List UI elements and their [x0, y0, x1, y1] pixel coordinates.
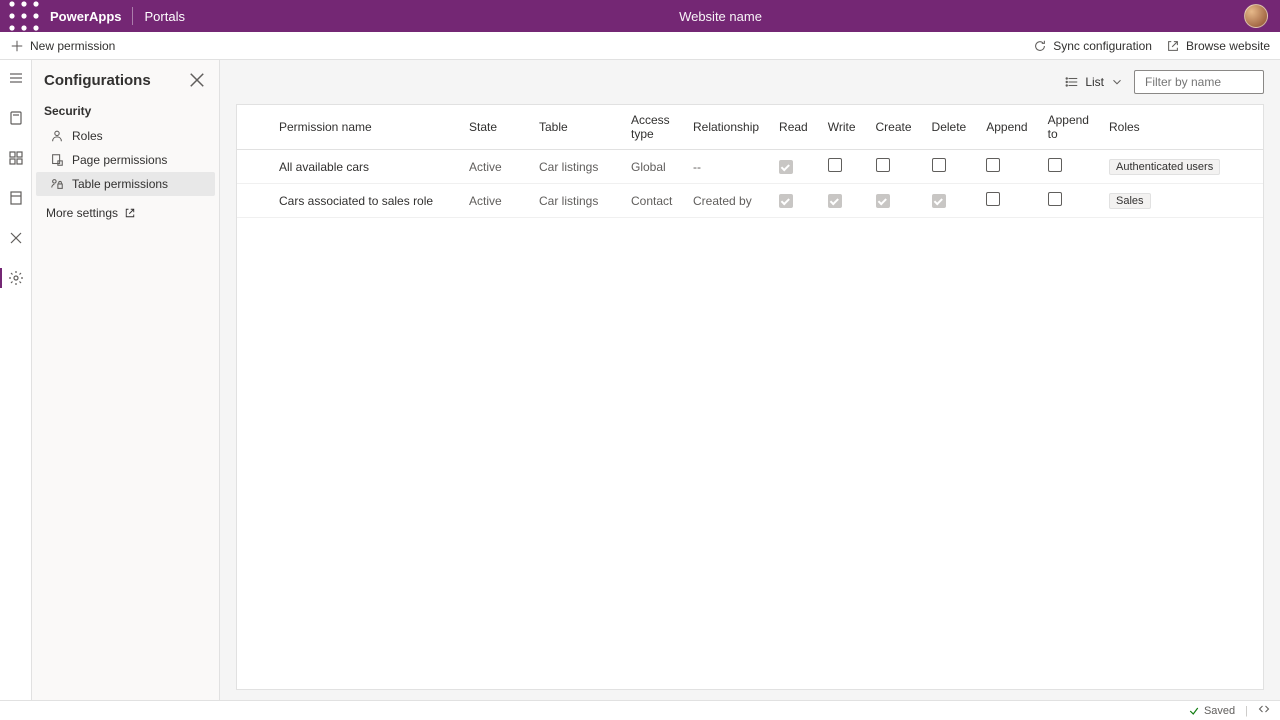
browse-website-label: Browse website [1186, 39, 1270, 53]
status-separator: | [1245, 705, 1248, 717]
nav-table-permissions[interactable]: Table permissions [36, 172, 215, 196]
role-tag: Sales [1109, 193, 1151, 209]
app-topbar: PowerApps Portals Website name [0, 0, 1280, 32]
external-link-icon [1166, 39, 1180, 53]
command-bar: New permission Sync configuration Browse… [0, 32, 1280, 60]
cell-state: Active [459, 150, 529, 184]
cell-access: Contact [621, 184, 683, 218]
checkbox-read[interactable] [779, 194, 793, 208]
panel-title: Configurations [44, 72, 151, 89]
section-security: Security [32, 98, 219, 124]
nav-roles[interactable]: Roles [36, 124, 215, 148]
website-name: Website name [197, 9, 1244, 24]
browse-website-button[interactable]: Browse website [1166, 39, 1270, 53]
cell-access: Global [621, 150, 683, 184]
cell-table: Car listings [529, 184, 621, 218]
table-lock-icon [50, 177, 64, 191]
rail-tools-icon[interactable] [0, 224, 32, 252]
cell-permission-name: Cars associated to sales role [269, 184, 459, 218]
th-append[interactable]: Append [976, 105, 1037, 150]
close-panel-button[interactable] [187, 70, 207, 90]
checkbox-append[interactable] [986, 158, 1000, 172]
table-row[interactable]: Cars associated to sales roleActiveCar l… [237, 184, 1263, 218]
checkbox-append_to[interactable] [1048, 192, 1062, 206]
avatar[interactable] [1244, 4, 1268, 28]
th-access-type[interactable]: Access type [621, 105, 683, 150]
th-read[interactable]: Read [769, 105, 818, 150]
nav-page-permissions-label: Page permissions [72, 153, 167, 167]
rail-pages-icon[interactable] [0, 104, 32, 132]
main-shell: Configurations Security Roles Page permi… [0, 60, 1280, 700]
sync-icon [1033, 39, 1047, 53]
nav-page-permissions[interactable]: Page permissions [36, 148, 215, 172]
plus-icon [10, 39, 24, 53]
cell-relationship: Created by [683, 184, 769, 218]
new-permission-label: New permission [30, 39, 115, 53]
checkbox-write[interactable] [828, 194, 842, 208]
brand-label[interactable]: PowerApps [40, 9, 132, 24]
checkbox-append_to[interactable] [1048, 158, 1062, 172]
check-icon [1188, 705, 1200, 717]
checkbox-create[interactable] [876, 158, 890, 172]
rail-hamburger[interactable] [0, 64, 32, 92]
cell-table: Car listings [529, 150, 621, 184]
page-lock-icon [50, 153, 64, 167]
cell-permission-name: All available cars [269, 150, 459, 184]
th-state[interactable]: State [459, 105, 529, 150]
cell-relationship: -- [683, 150, 769, 184]
checkbox-read[interactable] [779, 160, 793, 174]
checkbox-create[interactable] [876, 194, 890, 208]
code-view-button[interactable] [1258, 703, 1270, 718]
sync-configuration-button[interactable]: Sync configuration [1033, 39, 1152, 53]
th-permission-name[interactable]: Permission name [269, 105, 459, 150]
more-settings-link[interactable]: More settings [32, 196, 219, 230]
table-header-row: Permission name State Table Access type … [237, 105, 1263, 150]
checkbox-write[interactable] [828, 158, 842, 172]
status-bar: Saved | [0, 700, 1280, 720]
product-label[interactable]: Portals [133, 9, 197, 24]
nav-table-permissions-label: Table permissions [72, 177, 168, 191]
checkbox-delete[interactable] [932, 158, 946, 172]
rail-templates-icon[interactable] [0, 184, 32, 212]
th-create[interactable]: Create [866, 105, 922, 150]
content-area: List Permission name State Table Access … [220, 60, 1280, 700]
permissions-table-wrap: Permission name State Table Access type … [236, 104, 1264, 690]
nav-roles-label: Roles [72, 129, 103, 143]
sync-configuration-label: Sync configuration [1053, 39, 1152, 53]
waffle-icon[interactable] [8, 0, 40, 32]
table-row[interactable]: All available carsActiveCar listingsGlob… [237, 150, 1263, 184]
new-permission-button[interactable]: New permission [10, 39, 115, 53]
th-table[interactable]: Table [529, 105, 621, 150]
person-icon [50, 129, 64, 143]
left-rail [0, 60, 32, 700]
configurations-panel: Configurations Security Roles Page permi… [32, 60, 220, 700]
content-toolbar: List [236, 70, 1264, 94]
chevron-down-icon [1110, 75, 1124, 89]
checkbox-delete[interactable] [932, 194, 946, 208]
checkbox-append[interactable] [986, 192, 1000, 206]
role-tag: Authenticated users [1109, 159, 1220, 175]
external-link-icon [124, 207, 136, 219]
th-relationship[interactable]: Relationship [683, 105, 769, 150]
code-icon [1258, 703, 1270, 715]
th-write[interactable]: Write [818, 105, 866, 150]
filter-input[interactable] [1145, 75, 1280, 89]
rail-components-icon[interactable] [0, 144, 32, 172]
list-icon [1065, 75, 1079, 89]
filter-by-name[interactable] [1134, 70, 1264, 94]
cell-state: Active [459, 184, 529, 218]
saved-label: Saved [1204, 705, 1235, 717]
th-roles[interactable]: Roles [1099, 105, 1263, 150]
saved-indicator: Saved [1188, 705, 1235, 717]
th-delete[interactable]: Delete [922, 105, 977, 150]
th-append-to[interactable]: Append to [1038, 105, 1099, 150]
view-list-button[interactable]: List [1065, 75, 1124, 89]
close-icon [187, 70, 207, 90]
view-list-label: List [1085, 75, 1104, 89]
permissions-table: Permission name State Table Access type … [237, 105, 1263, 218]
rail-settings-icon[interactable] [0, 264, 32, 292]
more-settings-label: More settings [46, 206, 118, 220]
